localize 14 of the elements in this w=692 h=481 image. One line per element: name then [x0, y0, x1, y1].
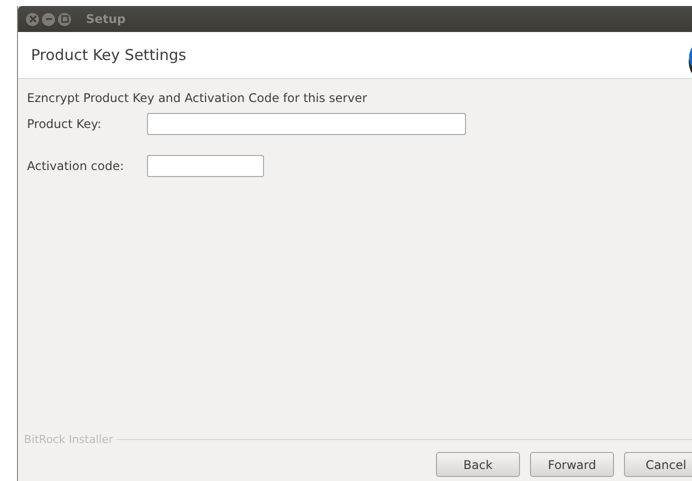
minimize-icon[interactable] — [42, 12, 55, 26]
maximize-icon[interactable] — [58, 12, 71, 26]
input-field[interactable] — [147, 155, 264, 177]
page-title: Product Key Settings — [31, 46, 186, 64]
back-button[interactable]: Back — [436, 452, 520, 477]
close-icon[interactable] — [26, 12, 39, 26]
installer-brand: BitRock Installer — [24, 433, 114, 446]
cancel-button[interactable]: Cancel — [624, 452, 692, 477]
forward-button[interactable]: Forward — [530, 452, 614, 477]
input-field[interactable] — [147, 113, 466, 135]
description-text: Ezncrypt Product Key and Activation Code for this server — [27, 91, 368, 105]
field-label: Product Key: — [27, 117, 102, 131]
field-label: Activation code: — [27, 159, 125, 173]
window-title: Setup — [86, 12, 126, 26]
